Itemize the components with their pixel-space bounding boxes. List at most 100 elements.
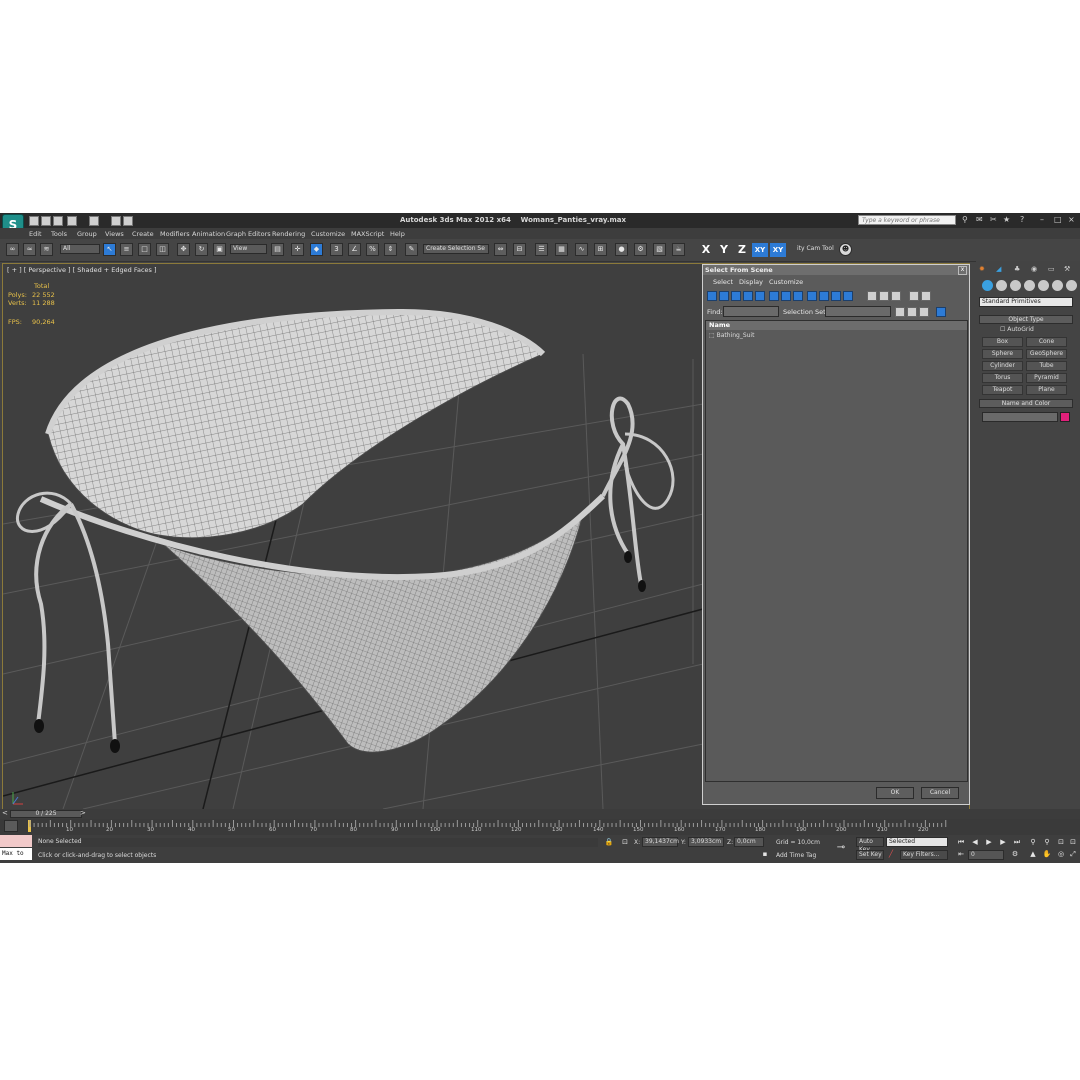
time-slider[interactable]: < 0 / 225 >	[0, 809, 1080, 819]
display-hidden-icon[interactable]	[843, 291, 853, 301]
maximize-icon[interactable]: □	[1054, 215, 1062, 224]
helpers-category-icon[interactable]	[1038, 280, 1049, 291]
menu-animation[interactable]: Animation	[192, 230, 225, 238]
x-coord-field[interactable]: 39,1437cm	[642, 837, 679, 847]
torus-button[interactable]: Torus	[982, 373, 1023, 383]
mini-curve-editor-icon[interactable]	[4, 820, 18, 832]
menu-rendering[interactable]: Rendering	[272, 230, 305, 238]
axis-constraint-xy[interactable]: XY	[752, 243, 768, 257]
time-tag-icon[interactable]: ▪	[760, 850, 770, 859]
maxscript-listener-input[interactable]: Max to	[0, 848, 32, 860]
axis-constraint-x[interactable]: X	[698, 243, 714, 257]
time-slider-thumb[interactable]: 0 / 225	[10, 810, 82, 818]
box-button[interactable]: Box	[982, 337, 1023, 347]
maxscript-listener-output[interactable]	[0, 835, 32, 847]
axis-constraint-y[interactable]: Y	[716, 243, 732, 257]
workspace-icon[interactable]	[123, 216, 133, 226]
help-icon[interactable]: ?	[1020, 215, 1024, 224]
help-search-input[interactable]: Type a keyword or phrase	[858, 215, 956, 225]
systems-category-icon[interactable]	[1066, 280, 1077, 291]
communication-icon[interactable]: ✉	[976, 215, 983, 224]
key-filters-button[interactable]: Key Filters...	[900, 850, 948, 860]
zoom-all-icon[interactable]: ⚲	[1042, 838, 1052, 847]
axis-constraint-xy-plane[interactable]: XY	[770, 243, 786, 257]
current-frame-field[interactable]: 0	[968, 850, 1004, 860]
zoom-extents-all-icon[interactable]: ⊡	[1068, 838, 1078, 847]
previous-frame-icon[interactable]: ◀	[970, 838, 980, 847]
dialog-title[interactable]: Select From Scene	[703, 265, 969, 275]
create-tab-icon[interactable]: ✹	[979, 265, 991, 277]
time-slider-prev-icon[interactable]: <	[2, 809, 8, 817]
cameras-category-icon[interactable]	[1024, 280, 1035, 291]
y-coord-field[interactable]: 3,0933cm	[688, 837, 724, 847]
display-containers-icon[interactable]	[819, 291, 829, 301]
rectangular-selection-icon[interactable]: □	[138, 243, 151, 256]
cam-tool-label[interactable]: ity Cam Tool	[794, 244, 836, 254]
set-key-button[interactable]: Set Key	[856, 850, 884, 860]
rendered-frame-window-icon[interactable]: ▧	[653, 243, 666, 256]
shapes-category-icon[interactable]	[996, 280, 1007, 291]
minimize-icon[interactable]: –	[1040, 215, 1044, 224]
unlink-icon[interactable]: ≈	[23, 243, 36, 256]
spinner-snap-icon[interactable]: ⇕	[384, 243, 397, 256]
time-slider-next-icon[interactable]: >	[80, 809, 86, 817]
select-all-icon[interactable]	[867, 291, 877, 301]
schematic-view-icon[interactable]: ⊞	[594, 243, 607, 256]
geosphere-button[interactable]: GeoSphere	[1026, 349, 1067, 359]
menu-maxscript[interactable]: MAXScript	[351, 230, 384, 238]
display-bones-icon[interactable]	[807, 291, 817, 301]
auto-key-button[interactable]: Auto Key	[856, 837, 884, 853]
select-link-icon[interactable]: ∞	[6, 243, 19, 256]
plane-button[interactable]: Plane	[1026, 385, 1067, 395]
field-of-view-icon[interactable]: ▲	[1028, 850, 1038, 859]
snaps-toggle-icon[interactable]: 3	[330, 243, 343, 256]
display-geometry-icon[interactable]	[707, 291, 717, 301]
display-xrefs-icon[interactable]	[793, 291, 803, 301]
pivot-center-icon[interactable]: ▤	[271, 243, 284, 256]
key-mode-toggle-icon[interactable]: ⇤	[956, 850, 966, 859]
render-setup-icon[interactable]: ⚙	[634, 243, 647, 256]
render-production-icon[interactable]: ☕	[672, 243, 685, 256]
cancel-button[interactable]: Cancel	[921, 787, 959, 799]
dialog-menu-customize[interactable]: Customize	[769, 278, 803, 286]
menu-tools[interactable]: Tools	[51, 230, 67, 238]
next-frame-icon[interactable]: ▶	[998, 838, 1008, 847]
scene-object-list[interactable]: Name ⬚ Bathing_Suit	[705, 320, 968, 782]
dialog-menu-display[interactable]: Display	[739, 278, 763, 286]
selection-filter-dropdown[interactable]: All	[60, 244, 100, 254]
open-file-icon[interactable]	[41, 216, 51, 226]
maximize-viewport-icon[interactable]: ⤢	[1068, 850, 1078, 859]
select-none-icon[interactable]	[879, 291, 889, 301]
dialog-close-icon[interactable]: x	[958, 266, 967, 275]
select-by-name-icon[interactable]: ≡	[120, 243, 133, 256]
pyramid-button[interactable]: Pyramid	[1026, 373, 1067, 383]
key-icon[interactable]: ⊸	[836, 843, 846, 853]
column-header-name[interactable]: Name	[706, 321, 967, 330]
undo-icon[interactable]	[67, 216, 77, 226]
percent-snap-icon[interactable]: %	[366, 243, 379, 256]
display-cameras-icon[interactable]	[743, 291, 753, 301]
space-warps-category-icon[interactable]	[1052, 280, 1063, 291]
display-space-warps-icon[interactable]	[769, 291, 779, 301]
filter-icon[interactable]	[909, 291, 919, 301]
mirror-icon[interactable]: ⇔	[494, 243, 507, 256]
time-configuration-icon[interactable]: ⚙	[1010, 850, 1020, 859]
display-shapes-icon[interactable]	[719, 291, 729, 301]
angle-snap-icon[interactable]: ∠	[348, 243, 361, 256]
redo-icon[interactable]	[89, 216, 99, 226]
bind-space-warp-icon[interactable]: ≋	[40, 243, 53, 256]
new-file-icon[interactable]	[29, 216, 39, 226]
selection-set-dropdown[interactable]	[825, 306, 891, 317]
reference-coordinate-dropdown[interactable]: View	[230, 244, 267, 254]
project-folder-icon[interactable]	[111, 216, 121, 226]
move-icon[interactable]: ✥	[177, 243, 190, 256]
display-groups-icon[interactable]	[781, 291, 791, 301]
layer-manager-icon[interactable]: ☰	[535, 243, 548, 256]
favorites-star-icon[interactable]: ★	[1003, 215, 1010, 224]
selection-set-option-4-icon[interactable]	[936, 307, 946, 317]
selection-set-option-1-icon[interactable]	[895, 307, 905, 317]
menu-customize[interactable]: Customize	[311, 230, 345, 238]
select-manipulate-icon[interactable]: ✛	[291, 243, 304, 256]
save-file-icon[interactable]	[53, 216, 63, 226]
keyboard-shortcut-override-icon[interactable]: ◆	[310, 243, 323, 256]
